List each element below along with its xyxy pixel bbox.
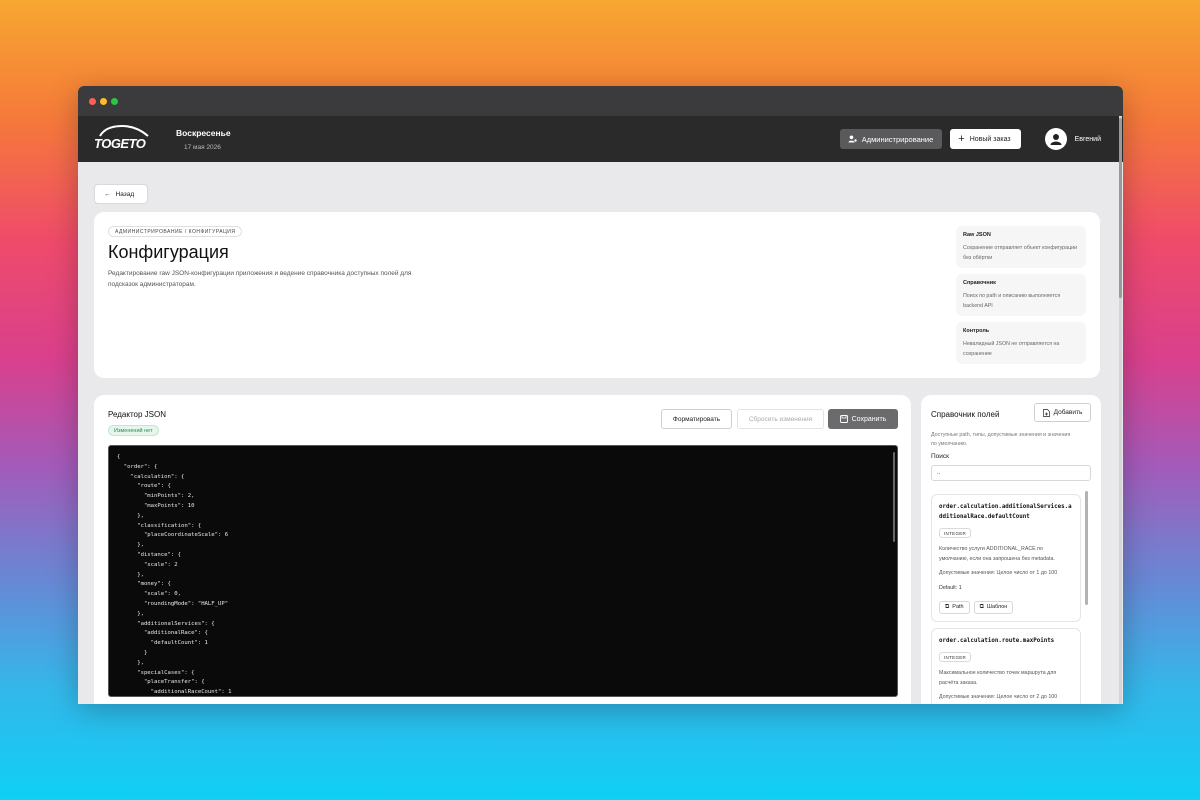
info-card-title: Справочник bbox=[963, 280, 996, 286]
status-badge: Изменений нет bbox=[108, 425, 159, 436]
info-card-title: Raw JSON bbox=[963, 232, 991, 238]
type-badge: INTEGER bbox=[939, 528, 972, 538]
info-card-title: Контроль bbox=[963, 328, 990, 334]
reset-button[interactable]: Сбросить изменения bbox=[737, 409, 824, 429]
copy-icon: ⧉ bbox=[979, 603, 984, 610]
new-order-label: Новый заказ bbox=[969, 135, 1011, 143]
maximize-window-dot[interactable] bbox=[111, 97, 118, 105]
logo[interactable]: TOGETO bbox=[94, 124, 152, 151]
json-code-editor[interactable]: { "order": { "calculation": { "route": {… bbox=[108, 445, 898, 697]
plus-icon: + bbox=[958, 132, 965, 145]
field-item[interactable]: order.calculation.additionalServices.add… bbox=[931, 494, 1081, 622]
save-label: Сохранить bbox=[851, 415, 887, 423]
date-display: Воскресенье 17 мая 2026 bbox=[176, 128, 231, 151]
field-default: Default: 1 bbox=[939, 584, 962, 591]
page-description: Редактирование raw JSON-конфигурации при… bbox=[108, 270, 412, 288]
page-title: Конфигурация bbox=[108, 242, 229, 262]
editor-scrollbar[interactable] bbox=[893, 452, 895, 542]
reference-description: Доступные path, типы, допустимые значени… bbox=[931, 432, 1071, 447]
minimize-window-dot[interactable] bbox=[100, 97, 107, 105]
admin-button[interactable]: Администрирование bbox=[839, 129, 943, 149]
window-titlebar bbox=[78, 86, 1123, 116]
copy-template-button[interactable]: ⧉ Шаблон bbox=[973, 600, 1014, 614]
app-window: TOGETO Воскресенье 17 мая 2026 Администр… bbox=[78, 86, 1123, 704]
copy-template-label: Шаблон bbox=[986, 604, 1008, 610]
editor-title: Редактор JSON bbox=[108, 410, 166, 419]
info-card-raw-json: Raw JSON Сохранение отправляет объект ко… bbox=[956, 226, 1086, 268]
user-menu[interactable]: Евгений bbox=[1044, 128, 1101, 150]
avatar bbox=[1044, 128, 1067, 150]
back-button[interactable]: ← Назад bbox=[94, 184, 148, 204]
new-order-button[interactable]: + Новый заказ bbox=[950, 129, 1021, 149]
json-editor-panel: Редактор JSON Изменений нет Форматироват… bbox=[94, 395, 911, 704]
app-header: TOGETO Воскресенье 17 мая 2026 Администр… bbox=[78, 116, 1123, 162]
field-allowed-values: Допустимые значения: Целое число от 2 до… bbox=[939, 694, 1058, 700]
field-reference-panel: Справочник полей Добавить Доступные path… bbox=[921, 395, 1101, 704]
info-card-text: Поиск по path и описанию выполняется bac… bbox=[963, 293, 1061, 309]
field-allowed-values: Допустимые значения: Целое число от 1 до… bbox=[939, 570, 1058, 576]
admin-button-label: Администрирование bbox=[861, 134, 934, 144]
field-path: order.calculation.additionalServices.add… bbox=[939, 504, 1072, 520]
logo-text: TOGETO bbox=[94, 136, 146, 151]
arrow-left-icon: ← bbox=[104, 190, 111, 198]
reference-title: Справочник полей bbox=[931, 410, 1000, 419]
info-card-text: Невалидный JSON не отправляется на сохра… bbox=[963, 341, 1060, 357]
day-label: Воскресенье bbox=[176, 127, 231, 138]
copy-path-button[interactable]: ⧉ Path bbox=[939, 600, 970, 614]
close-window-dot[interactable] bbox=[89, 97, 96, 105]
user-name: Евгений bbox=[1074, 135, 1101, 143]
type-badge: INTEGER bbox=[939, 652, 972, 662]
add-field-label: Добавить bbox=[1053, 409, 1083, 416]
date-label: 17 мая 2026 bbox=[184, 143, 221, 151]
field-path: order.calculation.route.maxPoints bbox=[939, 638, 1055, 644]
info-card-text: Сохранение отправляет объект конфигураци… bbox=[963, 245, 1078, 261]
search-label: Поиск bbox=[931, 453, 950, 460]
add-field-button[interactable]: Добавить bbox=[1034, 403, 1091, 422]
floppy-disk-icon bbox=[839, 415, 848, 423]
user-icon bbox=[1050, 134, 1062, 145]
back-label: Назад bbox=[115, 190, 135, 198]
save-button[interactable]: Сохранить bbox=[828, 409, 898, 429]
add-document-icon bbox=[1042, 408, 1050, 417]
info-card-control: Контроль Невалидный JSON не отправляется… bbox=[956, 322, 1086, 364]
field-description: Максимальное количество точек маршрута д… bbox=[939, 670, 1057, 686]
format-button[interactable]: Форматировать bbox=[661, 409, 732, 429]
config-hero-panel: Администрирование / Конфигурация Конфигу… bbox=[94, 212, 1100, 378]
field-item[interactable]: order.calculation.route.maxPoints INTEGE… bbox=[931, 628, 1081, 704]
reference-scrollbar[interactable] bbox=[1085, 491, 1088, 605]
json-code-text[interactable]: { "order": { "calculation": { "route": {… bbox=[117, 453, 897, 696]
search-input[interactable]: .. bbox=[931, 465, 1091, 481]
user-gear-icon bbox=[848, 135, 857, 143]
breadcrumb: Администрирование / Конфигурация bbox=[108, 226, 243, 237]
copy-icon: ⧉ bbox=[945, 603, 950, 610]
page-scrollbar-thumb[interactable] bbox=[1119, 118, 1122, 298]
info-card-reference: Справочник Поиск по path и описанию выпо… bbox=[956, 274, 1086, 316]
field-description: Количество услуги ADDITIONAL_RACE по умо… bbox=[939, 546, 1055, 562]
copy-path-label: Path bbox=[952, 604, 964, 610]
